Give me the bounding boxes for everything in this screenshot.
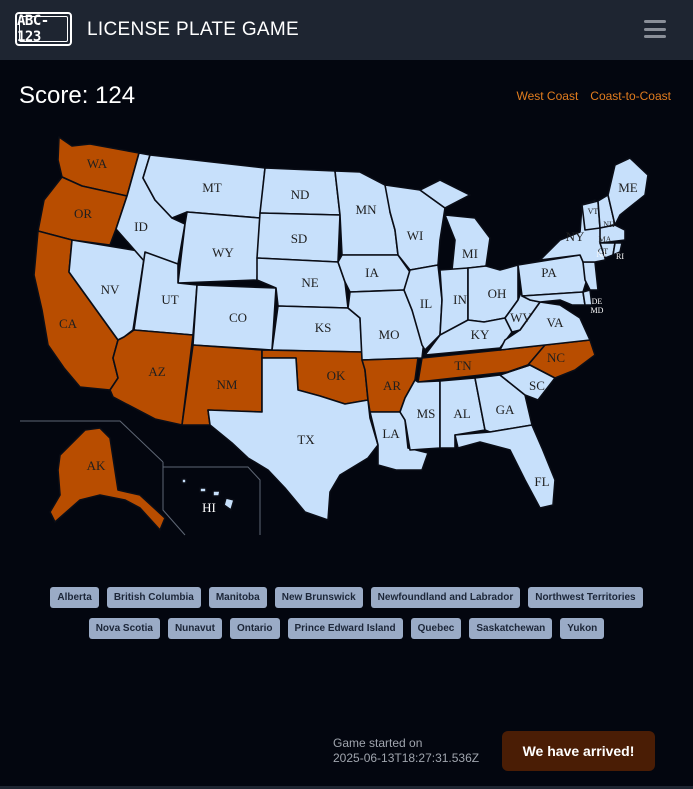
we-have-arrived-button[interactable]: We have arrived! xyxy=(502,731,655,771)
label-NE: NE xyxy=(301,275,318,290)
label-MT: MT xyxy=(202,180,222,195)
label-OK: OK xyxy=(327,368,346,383)
hamburger-menu-icon[interactable] xyxy=(644,20,666,38)
label-ME: ME xyxy=(618,180,638,195)
state-AK[interactable] xyxy=(49,427,166,531)
label-AZ: AZ xyxy=(148,364,165,379)
state-FL[interactable] xyxy=(454,424,556,509)
province-chip-northwest-territories[interactable]: Northwest Territories xyxy=(528,587,643,608)
label-DE: DE xyxy=(592,297,603,306)
license-plate-logo[interactable]: ABC-123 xyxy=(15,12,72,46)
label-OR: OR xyxy=(74,206,92,221)
label-UT: UT xyxy=(161,292,178,307)
canadian-provinces: Alberta British Columbia Manitoba New Br… xyxy=(20,587,673,639)
province-chip-manitoba[interactable]: Manitoba xyxy=(208,587,267,608)
label-MA: MA xyxy=(599,235,612,244)
app-title: LICENSE PLATE GAME xyxy=(87,19,299,40)
us-states-map: WA OR CA NV ID MT WY UT AZ CO NM ND SD N… xyxy=(20,136,649,536)
label-VT: VT xyxy=(588,207,599,216)
label-KS: KS xyxy=(315,320,332,335)
label-IA: IA xyxy=(365,265,379,280)
label-NV: NV xyxy=(101,282,120,297)
label-LA: LA xyxy=(382,426,400,441)
game-started-timestamp: 2025-06-13T18:27:31.536Z xyxy=(333,751,480,765)
label-MO: MO xyxy=(379,327,400,342)
filter-west-coast[interactable]: West Coast xyxy=(516,89,578,103)
label-WI: WI xyxy=(407,228,424,243)
label-IL: IL xyxy=(420,296,432,311)
label-WY: WY xyxy=(212,245,234,260)
label-MI: MI xyxy=(462,246,478,261)
label-KY: KY xyxy=(471,327,490,342)
label-VA: VA xyxy=(546,315,564,330)
label-SD: SD xyxy=(291,231,308,246)
province-chip-ontario[interactable]: Ontario xyxy=(229,618,280,639)
label-SC: SC xyxy=(529,378,545,393)
state-DE[interactable] xyxy=(582,289,593,306)
province-chip-nova-scotia[interactable]: Nova Scotia xyxy=(88,618,160,639)
label-RI: RI xyxy=(616,252,624,261)
province-chip-alberta[interactable]: Alberta xyxy=(50,587,99,608)
province-chip-saskatchewan[interactable]: Saskatchewan xyxy=(469,618,553,639)
province-chip-nunavut[interactable]: Nunavut xyxy=(167,618,222,639)
label-MS: MS xyxy=(417,406,436,421)
label-NH: NH xyxy=(603,220,615,229)
label-CO: CO xyxy=(229,310,247,325)
label-FL: FL xyxy=(534,474,549,489)
filter-coast-to-coast[interactable]: Coast-to-Coast xyxy=(590,89,671,103)
label-TX: TX xyxy=(297,432,315,447)
province-chip-yukon[interactable]: Yukon xyxy=(560,618,605,639)
label-CA: CA xyxy=(59,316,78,331)
label-MD: MD xyxy=(591,306,604,315)
label-MN: MN xyxy=(356,202,378,217)
label-GA: GA xyxy=(496,402,515,417)
label-IN: IN xyxy=(453,292,467,307)
game-start-info: Game started on 2025-06-13T18:27:31.536Z xyxy=(333,736,479,766)
province-chip-newfoundland-and-labrador[interactable]: Newfoundland and Labrador xyxy=(370,587,521,608)
label-HI: HI xyxy=(202,500,216,515)
label-NM: NM xyxy=(217,377,238,392)
label-AR: AR xyxy=(383,378,401,393)
label-TN: TN xyxy=(454,358,472,373)
label-NY: NY xyxy=(566,229,585,244)
label-NC: NC xyxy=(547,350,565,365)
label-PA: PA xyxy=(541,265,557,280)
top-bar: ABC-123 LICENSE PLATE GAME xyxy=(0,0,693,60)
game-started-label: Game started on xyxy=(333,736,423,750)
label-ID: ID xyxy=(134,219,148,234)
filter-links: West Coast Coast-to-Coast xyxy=(516,89,671,103)
province-chip-british-columbia[interactable]: British Columbia xyxy=(106,587,201,608)
province-chip-quebec[interactable]: Quebec xyxy=(410,618,462,639)
province-chip-prince-edward-island[interactable]: Prince Edward Island xyxy=(287,618,403,639)
logo-text: ABC-123 xyxy=(17,13,49,45)
label-NJ: NJ xyxy=(597,250,606,259)
label-AK: AK xyxy=(87,458,106,473)
label-WA: WA xyxy=(87,156,108,171)
province-chip-new-brunswick[interactable]: New Brunswick xyxy=(274,587,363,608)
label-WV: WV xyxy=(510,310,532,325)
score-display: Score: 124 xyxy=(19,82,136,109)
label-ND: ND xyxy=(291,187,310,202)
label-OH: OH xyxy=(488,286,507,301)
label-AL: AL xyxy=(453,406,470,421)
